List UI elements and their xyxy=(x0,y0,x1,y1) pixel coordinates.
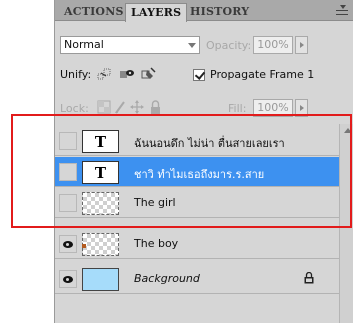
opacity-slider-arrow-icon[interactable] xyxy=(295,36,308,54)
tab-bar: ACTIONS LAYERS HISTORY xyxy=(55,0,353,22)
transparent-layer-thumbnail xyxy=(82,233,119,256)
layer-row[interactable]: Background xyxy=(55,264,339,294)
lock-paint-icon[interactable] xyxy=(115,101,125,114)
unify-label: Unify: xyxy=(60,68,92,81)
blend-mode-value: Normal xyxy=(64,38,104,51)
unify-style-icon[interactable] xyxy=(141,67,157,81)
red-annotation-box xyxy=(11,114,352,228)
layer-name: Background xyxy=(134,272,200,285)
background-layer-thumbnail xyxy=(82,268,119,291)
screenshot: ACTIONS LAYERS HISTORY Normal Opacity: 1… xyxy=(0,0,353,323)
eye-icon xyxy=(63,241,73,248)
panel-menu-icon[interactable] xyxy=(335,4,349,16)
layer-name: The boy xyxy=(134,237,179,250)
propagate-frame-label: Propagate Frame 1 xyxy=(210,68,315,81)
opacity-label: Opacity: xyxy=(206,39,252,52)
visibility-toggle[interactable] xyxy=(59,235,77,253)
chevron-down-icon xyxy=(188,43,196,48)
blend-mode-select[interactable]: Normal xyxy=(60,36,200,54)
eye-icon xyxy=(63,276,73,283)
layer-row[interactable]: The boy xyxy=(55,229,339,259)
lock-icons-group xyxy=(97,100,160,114)
lock-move-icon[interactable] xyxy=(130,100,144,114)
unify-position-icon[interactable] xyxy=(97,67,113,81)
visibility-toggle[interactable] xyxy=(59,270,77,288)
propagate-frame-checkbox[interactable] xyxy=(193,69,205,81)
tab-layers[interactable]: LAYERS xyxy=(125,3,188,22)
lock-icon xyxy=(304,272,314,284)
layer-content-mark xyxy=(82,244,86,248)
lock-transparent-icon[interactable] xyxy=(97,100,111,114)
tab-history[interactable]: HISTORY xyxy=(185,3,254,21)
tab-actions[interactable]: ACTIONS xyxy=(59,3,129,21)
unify-visibility-icon[interactable] xyxy=(119,67,135,81)
opacity-input[interactable]: 100% xyxy=(253,36,293,54)
lock-all-icon[interactable] xyxy=(151,100,160,114)
